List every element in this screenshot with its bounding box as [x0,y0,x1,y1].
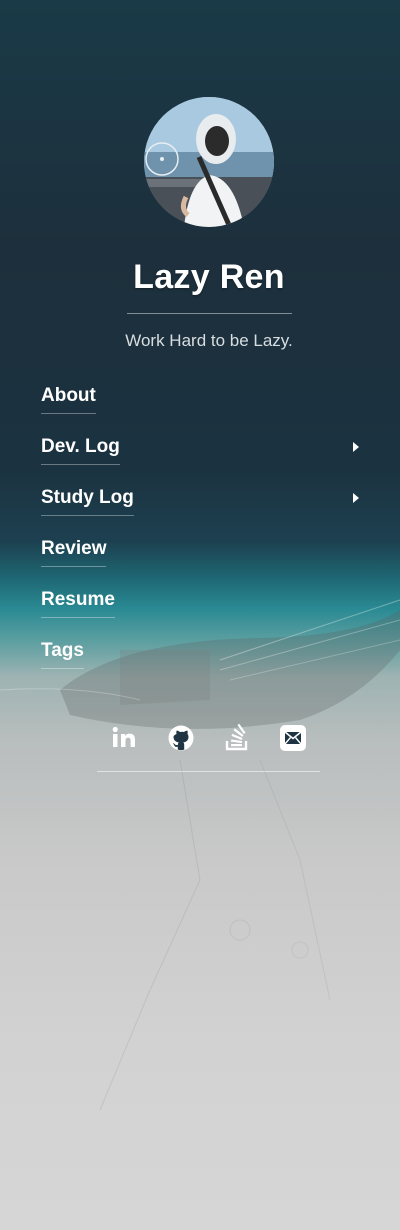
social-links [110,723,308,753]
avatar [144,97,274,227]
nav-item-resume[interactable]: Resume [41,588,361,639]
nav-item-label[interactable]: Resume [41,589,115,618]
nav-item-dev-log[interactable]: Dev. Log [41,435,361,486]
github-icon[interactable] [166,723,196,753]
nav-item-label[interactable]: Review [41,538,107,567]
profile-tagline: Work Hard to be Lazy. [125,331,293,350]
linkedin-icon[interactable] [110,723,140,753]
nav-item-tags[interactable]: Tags [41,639,361,690]
sidebar: Lazy Ren Work Hard to be Lazy. About Dev… [0,0,400,1230]
profile-name: Lazy Ren [133,258,285,296]
chevron-right-icon[interactable] [353,442,359,452]
nav-item-label[interactable]: About [41,385,96,414]
stackoverflow-icon[interactable] [222,723,252,753]
nav-item-about[interactable]: About [41,384,361,435]
main-nav: About Dev. Log Study Log Review Resume T… [41,384,361,690]
nav-item-label[interactable]: Tags [41,640,84,669]
nav-item-label[interactable]: Study Log [41,487,134,516]
chevron-right-icon[interactable] [353,493,359,503]
email-icon[interactable] [278,723,308,753]
name-divider [127,313,292,314]
nav-item-review[interactable]: Review [41,537,361,588]
nav-item-study-log[interactable]: Study Log [41,486,361,537]
nav-item-label[interactable]: Dev. Log [41,436,120,465]
social-divider [97,771,320,772]
